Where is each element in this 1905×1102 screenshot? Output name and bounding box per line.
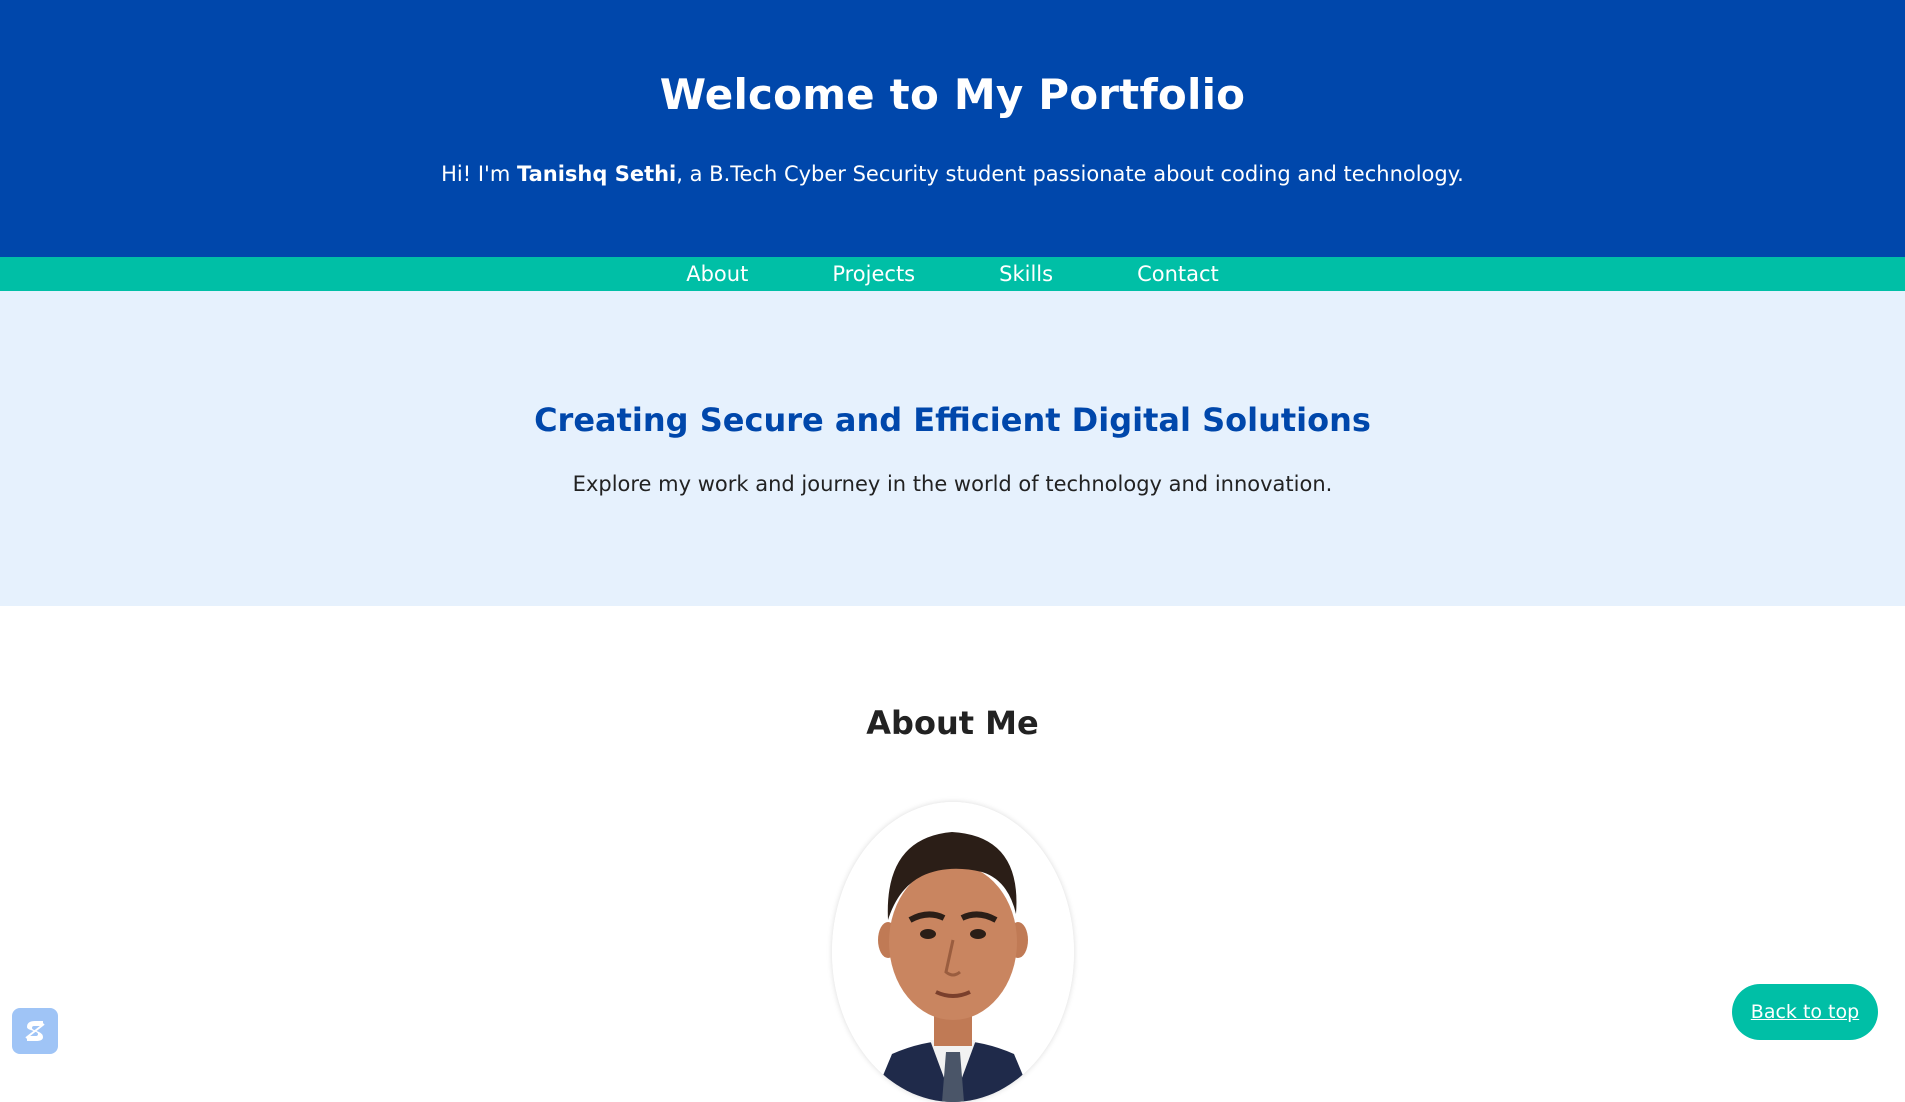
profile-photo-image: [832, 802, 1074, 1102]
intro-name: Tanishq Sethi: [516, 162, 677, 186]
page-title: Welcome to My Portfolio: [659, 70, 1246, 119]
intro-prefix: Hi! I'm: [441, 162, 517, 186]
nav-link-skills[interactable]: Skills: [999, 257, 1053, 291]
back-to-top-button[interactable]: Back to top: [1732, 984, 1878, 1040]
about-section: About Me: [0, 606, 1905, 1102]
intro-text: Hi! I'm Tanishq Sethi, a B.Tech Cyber Se…: [0, 162, 1905, 186]
brand-logo-icon[interactable]: [12, 1008, 58, 1054]
nav-link-projects[interactable]: Projects: [832, 257, 915, 291]
intro-suffix: , a B.Tech Cyber Security student passio…: [676, 162, 1464, 186]
nav-link-about[interactable]: About: [686, 257, 748, 291]
hero-title: Creating Secure and Efficient Digital So…: [534, 401, 1371, 439]
site-header: Welcome to My Portfolio Hi! I'm Tanishq …: [0, 0, 1905, 257]
profile-photo: [832, 802, 1074, 1102]
hero-section: Creating Secure and Efficient Digital So…: [0, 291, 1905, 606]
main-nav: About Projects Skills Contact: [0, 257, 1905, 291]
about-title: About Me: [866, 704, 1039, 742]
nav-link-contact[interactable]: Contact: [1137, 257, 1219, 291]
brand-logo-glyph: [25, 1021, 45, 1041]
hero-subtitle: Explore my work and journey in the world…: [572, 472, 1333, 496]
